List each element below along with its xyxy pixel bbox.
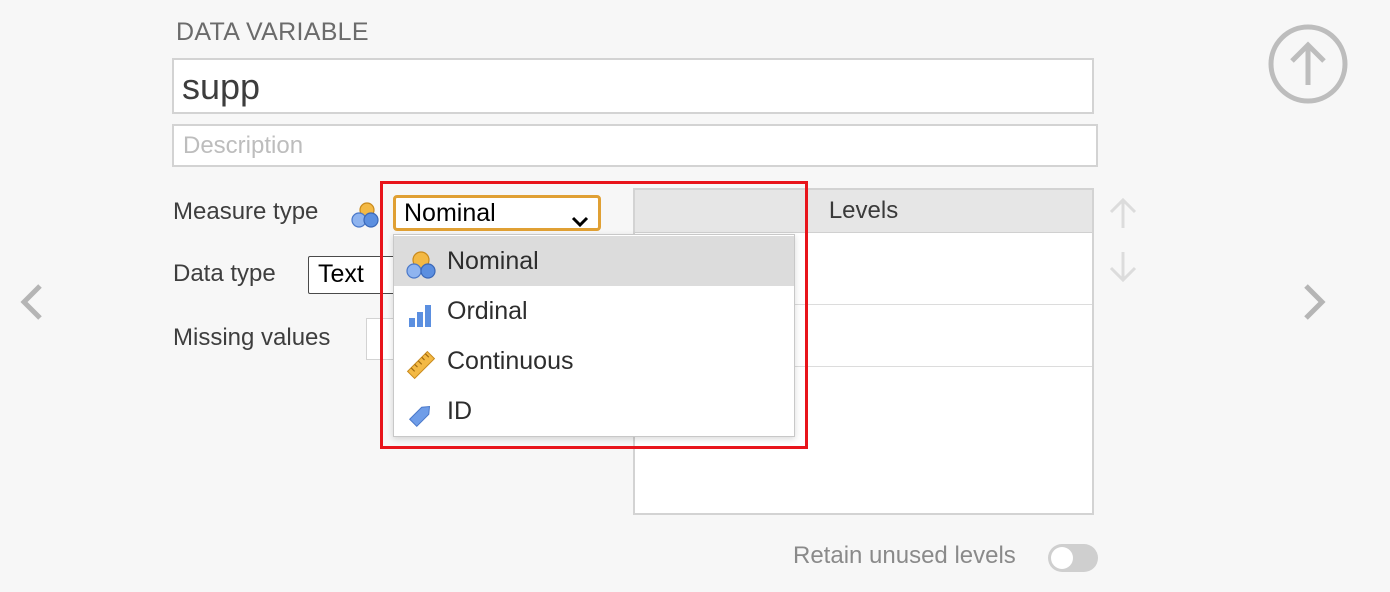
dropdown-option-id[interactable]: ID xyxy=(394,386,794,436)
dropdown-option-label: ID xyxy=(447,397,472,425)
description-input[interactable]: Description xyxy=(172,124,1098,167)
ordinal-icon xyxy=(406,297,436,327)
data-type-label: Data type xyxy=(173,260,276,287)
missing-values-label: Missing values xyxy=(173,324,331,351)
dropdown-option-continuous[interactable]: Continuous xyxy=(394,336,794,386)
toggle-knob xyxy=(1051,547,1073,569)
data-type-select[interactable]: Text xyxy=(308,256,398,294)
next-variable-chevron-icon[interactable] xyxy=(1296,282,1332,322)
nominal-icon xyxy=(406,247,436,279)
dropdown-option-label: Continuous xyxy=(447,347,574,375)
move-down-arrow-icon[interactable] xyxy=(1107,250,1139,284)
chevron-down-icon xyxy=(570,206,590,228)
retain-unused-levels-toggle[interactable] xyxy=(1048,544,1098,572)
missing-values-input[interactable] xyxy=(366,318,396,360)
levels-header: Levels xyxy=(635,190,1092,233)
variable-name-input[interactable]: supp xyxy=(172,58,1094,114)
measure-type-select[interactable]: Nominal xyxy=(393,195,601,231)
dropdown-option-nominal[interactable]: Nominal xyxy=(394,236,794,286)
measure-type-dropdown[interactable]: Nominal Ordinal Continuous ID xyxy=(393,234,795,437)
levels-header-label: Levels xyxy=(828,197,899,224)
section-title: DATA VARIABLE xyxy=(176,18,369,46)
nominal-icon xyxy=(350,200,380,230)
continuous-ruler-icon xyxy=(406,347,436,380)
id-tag-icon xyxy=(406,397,436,428)
collapse-up-circle-icon[interactable] xyxy=(1267,23,1349,105)
measure-type-value: Nominal xyxy=(404,199,496,227)
dropdown-option-ordinal[interactable]: Ordinal xyxy=(394,286,794,336)
measure-type-label: Measure type xyxy=(173,198,319,225)
move-up-arrow-icon[interactable] xyxy=(1107,196,1139,230)
dropdown-option-label: Nominal xyxy=(447,247,539,275)
retain-unused-levels-label: Retain unused levels xyxy=(793,542,1016,569)
previous-variable-chevron-icon[interactable] xyxy=(14,282,50,322)
dropdown-option-label: Ordinal xyxy=(447,297,528,325)
